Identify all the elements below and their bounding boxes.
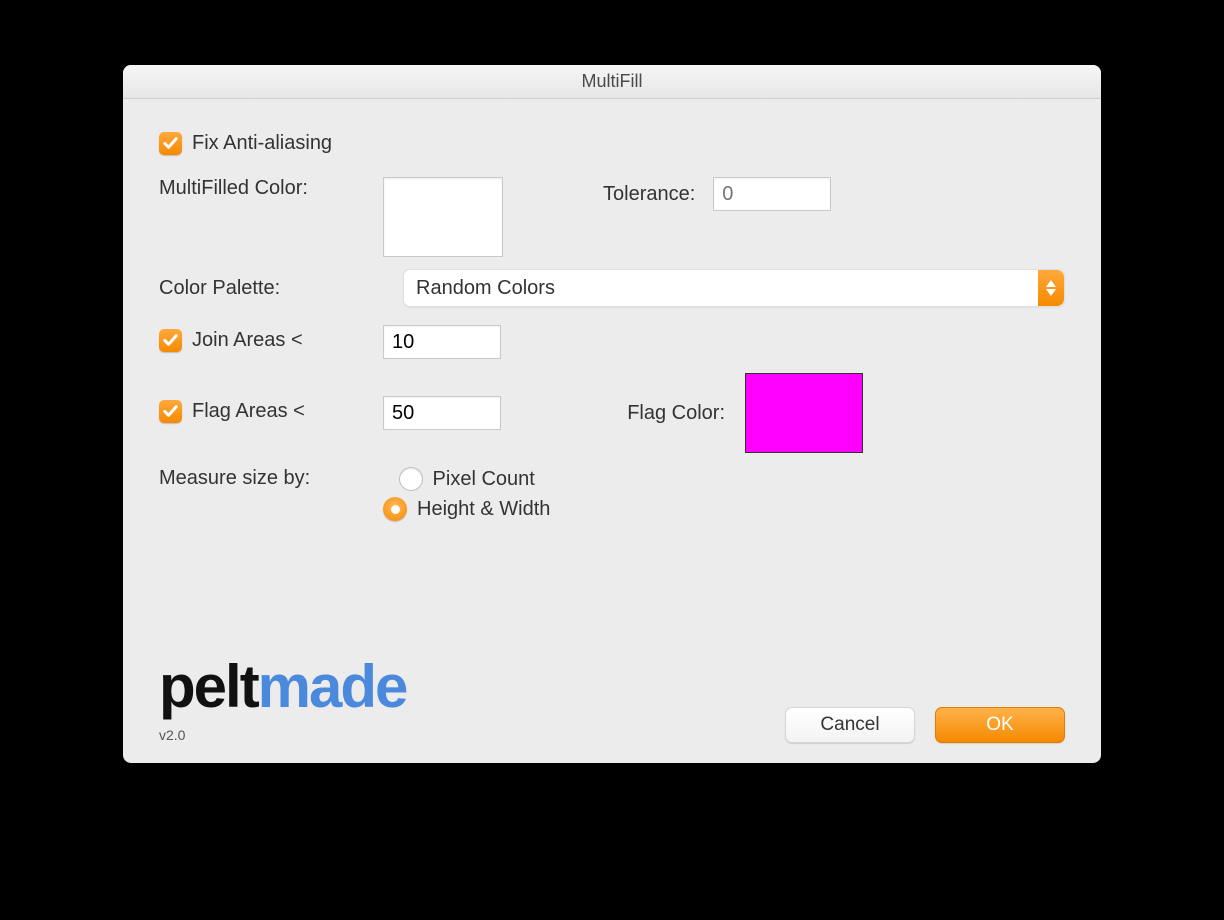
window-title: MultiFill (582, 71, 643, 92)
check-icon (159, 329, 182, 352)
fix-antialiasing-checkbox[interactable]: Fix Anti-aliasing (159, 132, 332, 155)
flag-color-swatch[interactable] (745, 373, 863, 453)
cancel-button[interactable]: Cancel (785, 707, 915, 743)
titlebar: MultiFill (123, 65, 1101, 99)
color-palette-label: Color Palette: (159, 277, 383, 300)
flag-areas-label: Flag Areas < (192, 400, 305, 423)
check-icon (159, 132, 182, 155)
measure-pixel-count-radio[interactable]: Pixel Count (399, 467, 535, 491)
flag-color-label: Flag Color: (581, 402, 725, 425)
measure-height-width-radio[interactable]: Height & Width (383, 497, 550, 521)
version-text: v2.0 (159, 727, 406, 743)
peltmade-logo: peltmade (159, 657, 406, 717)
ok-button[interactable]: OK (935, 707, 1065, 743)
multifill-dialog: MultiFill Fix Anti-aliasing MultiFilled … (123, 65, 1101, 763)
logo-part-1: pelt (159, 653, 258, 720)
fix-antialiasing-label: Fix Anti-aliasing (192, 132, 332, 155)
multifilled-color-swatch[interactable] (383, 177, 503, 257)
dialog-buttons: Cancel OK (785, 707, 1065, 743)
logo-area: peltmade v2.0 (159, 657, 406, 743)
join-areas-input[interactable] (383, 325, 501, 359)
dialog-content: Fix Anti-aliasing MultiFilled Color: Tol… (123, 99, 1101, 763)
logo-part-2: made (258, 653, 407, 720)
tolerance-input[interactable] (713, 177, 831, 211)
tolerance-label: Tolerance: (603, 183, 695, 206)
multifilled-color-label: MultiFilled Color: (159, 177, 383, 200)
radio-off-icon (399, 467, 423, 491)
flag-areas-input[interactable] (383, 396, 501, 430)
join-areas-label: Join Areas < (192, 329, 303, 352)
color-palette-value: Random Colors (416, 277, 555, 300)
measure-height-width-label: Height & Width (417, 498, 550, 521)
radio-on-icon (383, 497, 407, 521)
join-areas-checkbox[interactable]: Join Areas < (159, 329, 303, 352)
chevron-up-down-icon (1038, 270, 1064, 306)
measure-pixel-count-label: Pixel Count (433, 468, 535, 491)
check-icon (159, 400, 182, 423)
color-palette-select[interactable]: Random Colors (403, 269, 1065, 307)
flag-areas-checkbox[interactable]: Flag Areas < (159, 400, 305, 423)
measure-size-label: Measure size by: (159, 467, 383, 490)
